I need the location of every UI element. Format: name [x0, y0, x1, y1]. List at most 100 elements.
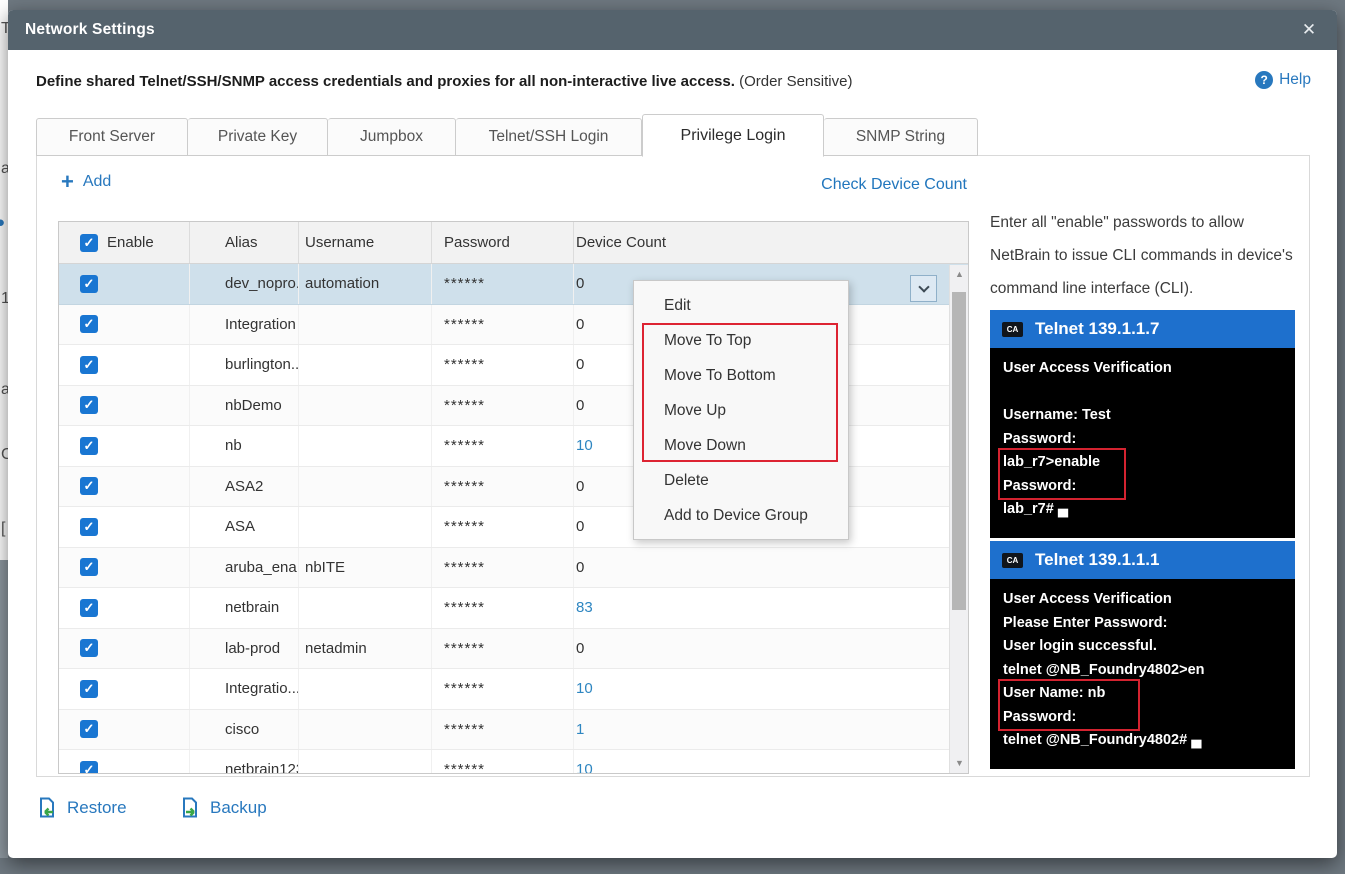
table-row[interactable]: netbrain ****** 83 [59, 588, 968, 629]
enable-checkbox[interactable] [80, 720, 98, 738]
cell-device-count[interactable]: 10 [574, 669, 968, 709]
row-dropdown-button[interactable] [910, 275, 937, 302]
dialog-title: Network Settings [8, 21, 155, 39]
enable-checkbox[interactable] [80, 477, 98, 495]
scroll-up-icon[interactable]: ▲ [950, 265, 969, 284]
terminal-1-body: User Access VerificationUsername: TestPa… [990, 348, 1295, 538]
context-menu-item[interactable]: Move Up [634, 393, 848, 428]
enable-checkbox[interactable] [80, 761, 98, 774]
cell-alias: Integratio... [190, 669, 299, 709]
terminal-line: Username: Test [1003, 404, 1295, 428]
tab[interactable]: Front Server [36, 118, 188, 156]
cell-enable [59, 305, 190, 345]
menu-item-label: Move To Top [664, 332, 751, 349]
ca-icon: CA [1002, 322, 1023, 337]
menu-item-label: Move To Bottom [664, 367, 776, 384]
scroll-down-icon[interactable]: ▼ [950, 754, 969, 773]
close-icon[interactable]: ✕ [1297, 18, 1321, 42]
table-row[interactable]: Integratio... ****** 10 [59, 669, 968, 710]
cell-enable [59, 467, 190, 507]
table-row[interactable]: cisco ****** 1 [59, 710, 968, 751]
enable-checkbox[interactable] [80, 599, 98, 617]
terminal-line: Please Enter Password: [1003, 612, 1295, 636]
cell-enable [59, 264, 190, 304]
cell-username [299, 588, 432, 628]
menu-item-label: Delete [664, 472, 709, 489]
table-header-row: Enable Alias Username Password Device Co… [59, 222, 968, 264]
tab-label: Privilege Login [681, 127, 786, 145]
ca-icon: CA [1002, 553, 1023, 568]
help-link[interactable]: ? Help [1255, 71, 1311, 89]
help-icon: ? [1255, 71, 1273, 89]
enable-checkbox[interactable] [80, 356, 98, 374]
cell-device-count[interactable]: 10 [574, 750, 968, 774]
cell-password: ****** [432, 386, 574, 426]
red-annotation-box [998, 448, 1126, 500]
tab[interactable]: Jumpbox [328, 118, 456, 156]
table-row[interactable]: lab-prod netadmin ****** 0 [59, 629, 968, 670]
terminal-line: User Access Verification [1003, 357, 1295, 381]
cell-alias: lab-prod [190, 629, 299, 669]
menu-item-label: Edit [664, 297, 691, 314]
cell-password: ****** [432, 426, 574, 466]
cell-device-count[interactable]: 0 [574, 548, 968, 588]
enable-checkbox[interactable] [80, 558, 98, 576]
cell-enable [59, 345, 190, 385]
cell-device-count[interactable]: 0 [574, 629, 968, 669]
cell-alias: netbrain123 [190, 750, 299, 774]
background-text-fragment: [ [1, 520, 5, 538]
cell-password: ****** [432, 467, 574, 507]
context-menu-item[interactable]: Move To Top [634, 323, 848, 358]
scrollbar-thumb[interactable] [952, 292, 966, 610]
enable-checkbox[interactable] [80, 275, 98, 293]
chevron-down-icon [918, 281, 929, 292]
cell-username [299, 426, 432, 466]
cell-password: ****** [432, 629, 574, 669]
context-menu-item[interactable]: Delete [634, 463, 848, 498]
cell-password: ****** [432, 669, 574, 709]
backup-button[interactable]: Backup [180, 797, 267, 819]
background-text-fragment: ● [0, 214, 5, 231]
tab[interactable]: Telnet/SSH Login [456, 118, 642, 156]
context-menu-item[interactable]: Add to Device Group [634, 498, 848, 533]
cell-alias: dev_nopro... [190, 264, 299, 304]
cell-username [299, 345, 432, 385]
background-page-sliver: Ta●1aC[ [0, 0, 8, 560]
enable-checkbox[interactable] [80, 437, 98, 455]
tab[interactable]: SNMP String [824, 118, 978, 156]
cell-device-count[interactable]: 1 [574, 710, 968, 750]
context-menu-item[interactable]: Move To Bottom [634, 358, 848, 393]
context-menu-item[interactable]: Move Down [634, 428, 848, 463]
enable-checkbox[interactable] [80, 315, 98, 333]
cell-device-count[interactable]: 83 [574, 588, 968, 628]
restore-button[interactable]: Restore [37, 797, 127, 819]
select-all-checkbox[interactable] [80, 234, 98, 252]
cell-username [299, 386, 432, 426]
cell-alias: burlington... [190, 345, 299, 385]
cell-enable [59, 750, 190, 774]
add-button[interactable]: + Add [61, 172, 111, 192]
enable-checkbox[interactable] [80, 396, 98, 414]
dialog-titlebar: Network Settings ✕ [8, 10, 1337, 50]
cell-alias: Integration [190, 305, 299, 345]
tab[interactable]: Privilege Login [642, 114, 824, 157]
enable-checkbox[interactable] [80, 518, 98, 536]
cell-enable [59, 710, 190, 750]
cell-username [299, 507, 432, 547]
cell-username [299, 305, 432, 345]
tab[interactable]: Private Key [188, 118, 328, 156]
help-label: Help [1279, 71, 1311, 89]
background-text-fragment: 1 [1, 290, 8, 308]
table-scrollbar[interactable]: ▲ ▼ [949, 265, 968, 773]
context-menu-item[interactable]: Edit [634, 288, 848, 323]
table-row[interactable]: aruba_ena... nbITE ****** 0 [59, 548, 968, 589]
table-row[interactable]: netbrain123 ****** 10 [59, 750, 968, 774]
terminal-2-title: Telnet 139.1.1.1 [1035, 550, 1159, 570]
cell-password: ****** [432, 345, 574, 385]
cell-alias: cisco [190, 710, 299, 750]
enable-checkbox[interactable] [80, 680, 98, 698]
terminal-line: telnet @NB_Foundry4802# ▄ [1003, 729, 1295, 753]
check-device-count-link[interactable]: Check Device Count [821, 176, 967, 194]
terminal-line: User Access Verification [1003, 588, 1295, 612]
enable-checkbox[interactable] [80, 639, 98, 657]
